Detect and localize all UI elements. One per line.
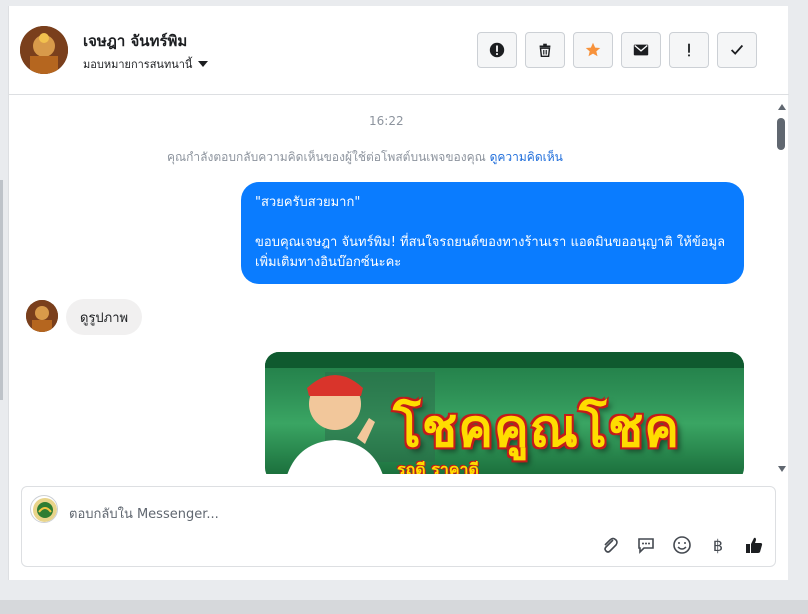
scroll-thumb[interactable] [777,118,785,150]
star-button[interactable] [573,32,613,68]
speech-bubble-icon [638,538,654,554]
composer-tools: ฿ [599,534,765,556]
reply-input[interactable]: ตอบกลับใน Messenger... [69,503,219,524]
caret-down-icon [198,61,209,67]
image-subline: รถดี ราคาดี [397,460,479,474]
notice-text: คุณกำลังตอบกลับความคิดเห็นของผู้ใช้ต่อโพ… [167,150,486,164]
delete-button[interactable] [525,32,565,68]
contact-name[interactable]: เจษฎา จันทร์พิม [83,29,187,53]
thread-scrollbar[interactable] [776,100,788,474]
comment-reply-notice: คุณกำลังตอบกลับความคิดเห็นของผู้ใช้ต่อโพ… [167,148,563,167]
outgoing-message-text: ขอบคุณเจษฎา จันทร์พิม! ที่สนใจรถยนต์ของท… [255,235,726,270]
emoji-icon [673,536,691,554]
attach-button[interactable] [599,534,621,556]
exclamation-icon [688,43,690,57]
follow-up-button[interactable] [669,32,709,68]
assign-conversation-dropdown[interactable]: มอบหมายการสนทนานี้ [83,55,209,73]
view-comment-link[interactable]: ดูความคิดเห็น [490,150,563,164]
page-logo-icon [33,498,57,522]
image-headline: โชคคูณโชค [393,399,681,459]
scroll-down-arrow-icon[interactable] [778,466,786,472]
mark-unread-button[interactable] [621,32,661,68]
header-actions [477,32,757,68]
payment-button[interactable]: ฿ [707,534,729,556]
assign-label: มอบหมายการสนทนานี้ [83,58,193,71]
outgoing-message: "สวยครับสวยมาก" ขอบคุณเจษฎา จันทร์พิม! ท… [241,182,744,284]
avatar[interactable] [20,26,68,74]
star-icon [585,42,601,57]
emoji-button[interactable] [671,534,693,556]
exclamation-circle-icon [489,42,505,58]
avatar-image [26,300,58,332]
quoted-comment: "สวยครับสวยมาก" [255,195,361,210]
envelope-icon [633,44,649,56]
taskbar [0,600,808,614]
incoming-message-text: ดูรูปภาพ [80,310,129,326]
checkmark-icon [730,44,744,55]
thumbs-up-icon [746,537,763,553]
message-thread: 16:22 คุณกำลังตอบกลับความคิดเห็นของผู้ใช… [9,96,789,474]
reply-composer[interactable]: ตอบกลับใน Messenger... ฿ [21,486,776,567]
left-scroll-edge [0,180,3,400]
message-timestamp: 16:22 [369,114,404,128]
like-button[interactable] [743,534,765,556]
sender-avatar[interactable] [26,300,58,332]
mark-done-button[interactable] [717,32,757,68]
page-logo [30,495,58,523]
saved-replies-button[interactable] [635,534,657,556]
scroll-up-arrow-icon[interactable] [778,104,786,110]
incoming-message: ดูรูปภาพ [66,299,143,335]
avatar-image [20,26,68,74]
trash-icon [539,43,551,58]
shared-image[interactable]: โชคคูณโชค รถดี ราคาดี [265,352,744,474]
paperclip-icon [604,537,618,553]
baht-icon: ฿ [712,535,724,555]
conversation-panel: เจษฎา จันทร์พิม มอบหมายการสนทนานี้ 16:22… [8,6,789,580]
mark-spam-button[interactable] [477,32,517,68]
conversation-header: เจษฎา จันทร์พิม มอบหมายการสนทนานี้ [9,6,789,95]
